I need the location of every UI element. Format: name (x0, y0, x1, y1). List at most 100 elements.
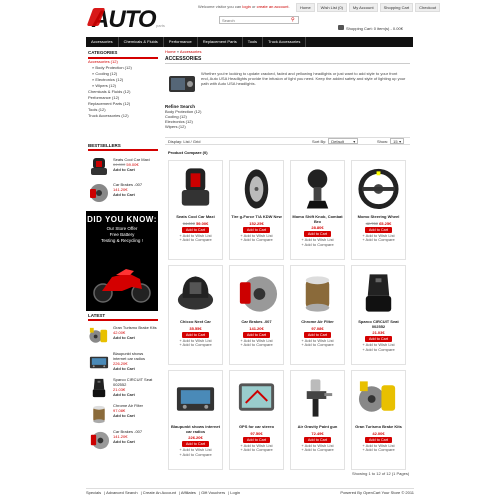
nav-replacement-parts[interactable]: Replacement Parts (198, 37, 243, 47)
top-link-home[interactable]: Home (296, 3, 315, 12)
nav-tools[interactable]: Tools (243, 37, 264, 47)
search-input[interactable] (219, 16, 299, 24)
brake-disc-icon[interactable] (88, 182, 110, 204)
car-seat-icon[interactable] (88, 157, 110, 177)
add-to-cart-button[interactable]: Add to Cart (242, 226, 271, 233)
bestseller-add-to-cart[interactable]: Add to Cart (113, 192, 142, 197)
latest-add-to-cart[interactable]: Add to Cart (113, 335, 157, 340)
add-to-cart-button[interactable]: Add to Cart (364, 436, 393, 443)
product-name[interactable]: Seats Cool Car Maxi (169, 214, 222, 220)
racing-seat-icon[interactable] (88, 377, 110, 399)
create-account-link[interactable]: create an account (257, 4, 289, 9)
product-name[interactable]: Chrome Air Filter (291, 319, 344, 325)
racing-seat-icon[interactable] (356, 269, 401, 317)
footer-link-create-account[interactable]: Create An Account (143, 490, 176, 495)
add-to-compare-link[interactable]: + Add to Compare (169, 452, 222, 458)
gps-icon[interactable] (234, 374, 279, 422)
brake-kit-icon[interactable] (88, 325, 110, 347)
cart-summary[interactable]: Shopping Cart: 0 item(s) - 0.00€ (346, 26, 403, 31)
nav-chemicals-fluids[interactable]: Chemicals & Fluids (119, 37, 164, 47)
latest-add-to-cart[interactable]: Add to Cart (113, 413, 157, 418)
refine-link[interactable]: Wipers (12) (165, 124, 201, 129)
product-name[interactable]: Car Brakes -007 (230, 319, 283, 325)
product-price: 65.25€ (379, 220, 392, 226)
add-to-cart-button[interactable]: Add to Cart (364, 226, 393, 233)
product-price: 141.20€ (249, 325, 264, 331)
search-icon[interactable]: ⚲ (291, 17, 297, 23)
cart-icon[interactable] (338, 25, 344, 30)
product-card: Momo Steering Wheel 42.78€ 65.25€ Add to C… (351, 160, 406, 260)
footer-link-advanced-search[interactable]: Advanced Search (106, 490, 138, 495)
product-name[interactable]: Tire g-Force T/A KDW New (230, 214, 283, 220)
product-name[interactable]: Momo Shift Knob, Combat Bro (291, 214, 344, 224)
add-to-compare-link[interactable]: + Add to Compare (169, 237, 222, 243)
category-link[interactable]: Truck Accessories (12) (88, 113, 158, 119)
show-select[interactable]: 15 ▾ (390, 138, 405, 144)
top-link-account[interactable]: My Account (348, 3, 378, 12)
product-name[interactable]: Sparco CIRCUIT Seat 002552 (352, 319, 405, 329)
breadcrumb-home[interactable]: Home (165, 49, 176, 54)
paint-gun-icon[interactable] (295, 374, 340, 422)
shift-knob-icon[interactable] (295, 164, 340, 212)
add-to-cart-button[interactable]: Add to Cart (303, 436, 332, 443)
child-seat-icon[interactable] (173, 269, 218, 317)
air-filter-icon[interactable] (295, 269, 340, 317)
add-to-compare-link[interactable]: + Add to Compare (352, 347, 405, 353)
display-grid-link[interactable]: Grid (193, 139, 201, 144)
steering-wheel-icon[interactable] (356, 164, 401, 212)
site-logo[interactable]: AUTO parts (86, 6, 165, 33)
brake-icon[interactable] (88, 429, 110, 451)
latest-add-to-cart[interactable]: Add to Cart (113, 366, 157, 371)
product-compare-link[interactable]: Product Compare (0) (168, 150, 208, 155)
nav-accessories[interactable]: Accessories (86, 37, 119, 47)
categories-box: CATEGORIES Accessories (12)» Body Protec… (88, 50, 158, 119)
product-name[interactable]: Blaupunkt shows internet car radios (169, 424, 222, 434)
nav-performance[interactable]: Performance (164, 37, 198, 47)
sort-select[interactable]: Default ▾ (328, 138, 359, 144)
product-name[interactable]: Momo Steering Wheel (352, 214, 405, 220)
add-to-cart-button[interactable]: Add to Cart (242, 436, 271, 443)
breadcrumb-current[interactable]: Accessories (180, 49, 202, 54)
add-to-compare-link[interactable]: + Add to Compare (291, 447, 344, 453)
product-name[interactable]: Air Gravity Paint gun (291, 424, 344, 430)
add-to-cart-button[interactable]: Add to Cart (181, 226, 210, 233)
car-seat-icon[interactable] (173, 164, 218, 212)
add-to-cart-button[interactable]: Add to Cart (303, 331, 332, 338)
chevron-down-icon: ▾ (399, 139, 402, 144)
add-to-compare-link[interactable]: + Add to Compare (291, 342, 344, 348)
brake-icon[interactable] (234, 269, 279, 317)
add-to-compare-link[interactable]: + Add to Compare (169, 342, 222, 348)
product-name[interactable]: GPS for car stereo (230, 424, 283, 430)
add-to-compare-link[interactable]: + Add to Compare (230, 342, 283, 348)
latest-add-to-cart[interactable]: Add to Cart (113, 439, 157, 444)
login-link[interactable]: login (242, 4, 250, 9)
promo-banner[interactable]: DID YOU KNOW: Our Store Offer Free Batte… (86, 211, 158, 311)
tire-icon[interactable] (234, 164, 279, 212)
latest-add-to-cart[interactable]: Add to Cart (113, 392, 157, 397)
top-link-checkout[interactable]: Checkout (415, 3, 441, 12)
add-to-compare-link[interactable]: + Add to Compare (230, 237, 283, 243)
add-to-compare-link[interactable]: + Add to Compare (352, 237, 405, 243)
add-to-cart-button[interactable]: Add to Cart (181, 331, 210, 338)
display-list-link[interactable]: Display: List / (168, 139, 193, 144)
air-filter-icon[interactable] (88, 403, 110, 425)
footer-link-login[interactable]: Login (230, 490, 240, 495)
top-link-cart[interactable]: Shopping Cart (379, 3, 414, 12)
car-radio-icon[interactable] (173, 374, 218, 422)
bestseller-add-to-cart[interactable]: Add to Cart (113, 167, 150, 172)
car-radio-icon[interactable] (88, 351, 110, 373)
add-to-compare-link[interactable]: + Add to Compare (291, 242, 344, 248)
add-to-compare-link[interactable]: + Add to Compare (352, 447, 405, 453)
add-to-cart-button[interactable]: Add to Cart (242, 331, 271, 338)
top-link-wishlist[interactable]: Wish List (0) (316, 3, 347, 12)
footer-link-gift-vouchers[interactable]: Gift Vouchers (201, 490, 225, 495)
product-name[interactable]: Gran Turismo Brake Kits (352, 424, 405, 430)
latest-name[interactable]: Blaupunkt shows internet car radios (113, 351, 157, 361)
product-name[interactable]: Chicco Next Car (169, 319, 222, 325)
footer-link-specials[interactable]: Specials (86, 490, 101, 495)
add-to-compare-link[interactable]: + Add to Compare (230, 447, 283, 453)
nav-truck-accessories[interactable]: Truck Accessories (263, 37, 307, 47)
footer-link-affiliates[interactable]: Affiliates (181, 490, 196, 495)
brake-kit-icon[interactable] (356, 374, 401, 422)
latest-name[interactable]: Sparco CIRCUIT Seat 002552 (113, 377, 157, 387)
